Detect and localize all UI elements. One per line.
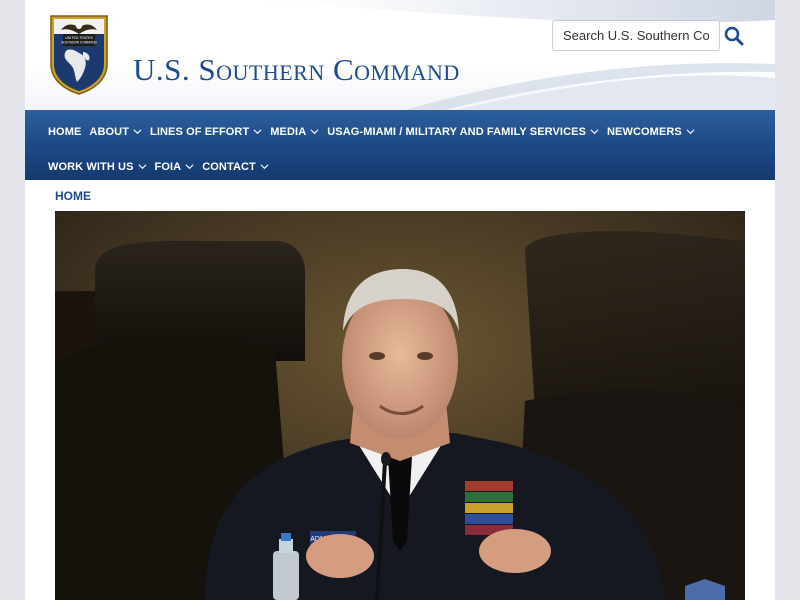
search-input[interactable]	[552, 20, 720, 51]
nav-item-usag-miami[interactable]: USAG-MIAMI / MILITARY AND FAMILY SERVICE…	[327, 126, 599, 138]
nav-item-newcomers[interactable]: NEWCOMERS	[607, 126, 695, 138]
chevron-down-icon	[133, 128, 142, 134]
nav-item-label: USAG-MIAMI / MILITARY AND FAMILY SERVICE…	[327, 126, 587, 138]
nav-item-label: NEWCOMERS	[607, 126, 682, 138]
nav-item-label: FOIA	[154, 161, 182, 173]
site-title[interactable]: U.S. Southern Command	[133, 52, 460, 88]
ribbon-rack	[465, 481, 513, 535]
nav-item-foia[interactable]: FOIA	[155, 161, 195, 173]
nav-item-label: LINES OF EFFORT	[150, 126, 250, 138]
chevron-down-icon	[138, 163, 147, 169]
hero-photo-admiral-testimony: ADM. FALLER	[55, 211, 745, 600]
chevron-down-icon	[260, 163, 269, 169]
main-navigation: HOME ABOUT LINES OF EFFORT MEDIA USAG-MI…	[25, 110, 775, 180]
nav-item-label: WORK WITH US	[48, 161, 134, 173]
nav-item-media[interactable]: MEDIA	[270, 126, 319, 138]
nav-item-label: MEDIA	[270, 126, 307, 138]
southcom-seal-logo[interactable]: UNITED STATES SOUTHERN COMMAND	[47, 12, 111, 96]
chevron-down-icon	[253, 128, 262, 134]
hero-image: ADM. FALLER	[55, 211, 745, 600]
chevron-down-icon	[310, 128, 319, 134]
nav-item-work-with-us[interactable]: WORK WITH US	[48, 161, 147, 173]
page: UNITED STATES SOUTHERN COMMAND U.S. Sout…	[25, 0, 775, 600]
breadcrumb-home-link[interactable]: HOME	[55, 189, 91, 203]
search-icon	[724, 26, 744, 46]
nav-item-label: CONTACT	[202, 161, 256, 173]
nav-row-1: HOME ABOUT LINES OF EFFORT MEDIA USAG-MI…	[48, 116, 775, 148]
nav-item-home[interactable]: HOME	[48, 126, 81, 138]
nav-item-contact[interactable]: CONTACT	[202, 161, 269, 173]
seal-text-line1: UNITED STATES	[65, 36, 93, 40]
nav-item-label: ABOUT	[89, 126, 130, 138]
nav-item-label: HOME	[48, 126, 82, 138]
chevron-down-icon	[590, 128, 599, 134]
chevron-down-icon	[185, 163, 194, 169]
nav-item-about[interactable]: ABOUT	[89, 126, 142, 138]
nav-row-2: WORK WITH US FOIA CONTACT	[48, 151, 775, 183]
search-button[interactable]	[722, 23, 746, 49]
nav-item-lines-of-effort[interactable]: LINES OF EFFORT	[150, 126, 262, 138]
chevron-down-icon	[686, 128, 695, 134]
site-header: UNITED STATES SOUTHERN COMMAND U.S. Sout…	[25, 0, 775, 110]
seal-text-line2: SOUTHERN COMMAND	[61, 41, 97, 45]
